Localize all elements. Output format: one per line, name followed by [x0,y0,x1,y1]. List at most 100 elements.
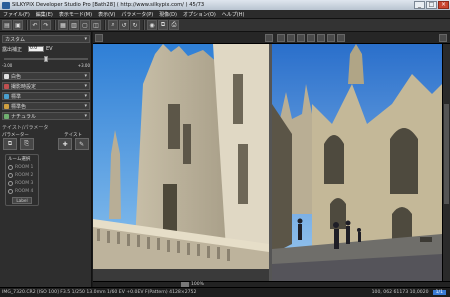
taste-header: テイスト/パラメータ [2,123,90,131]
view-single-icon[interactable] [297,34,305,42]
slider-scale: -3.00 +3.00 [2,61,90,69]
status-bar: IMG_7320.CR2 [ISO 100] F3.5 1/250 13.0mm… [0,287,450,297]
section-shooting[interactable]: 撮影時設定 ▾ [2,82,90,90]
section-natural[interactable]: ナチュラル ▾ [2,112,90,120]
tone-icon [4,94,9,99]
white-balance-icon [4,74,9,79]
exposure-field[interactable]: 0.0 [28,46,45,52]
taste-apply-icon[interactable]: ✚ [58,138,72,150]
maximize-button[interactable]: □ [426,1,437,9]
chevron-down-icon: ▾ [84,113,87,119]
vertical-scrollbar[interactable] [442,44,450,281]
view-left-icon[interactable] [95,34,103,42]
radio-icon [8,173,13,178]
room-list-label: ルーム選択 [8,157,31,162]
print-icon[interactable]: ⎙ [169,20,179,30]
window-title: SILKYPIX Developer Studio Pro [Bath28] (… [12,2,205,8]
menu-options[interactable]: オプション(O) [180,11,219,18]
main-toolbar: ▤ ▣ ↶ ↷ ▦ ▥ ▢ ◫ ⌕ ↺ ↻ ◉ ⧉ ⎙ [0,19,450,32]
radio-icon [8,181,13,186]
room-label: ROOM 1 [15,165,34,170]
cathedral-closeup-image [93,44,269,281]
viewer-toolbar [93,32,450,44]
copy-params-icon[interactable]: ⧉ [3,138,17,150]
rotate-right-icon[interactable]: ↻ [130,20,140,30]
undo-icon[interactable]: ↶ [30,20,40,30]
view-fit-icon[interactable] [327,34,335,42]
develop-icon[interactable]: ◉ [147,20,157,30]
status-right-values: 100, 062 61173 10,0020 [371,290,429,295]
chevron-down-icon: ▾ [84,73,87,79]
cathedral-square-image [272,44,442,281]
menu-file[interactable]: ファイル(F) [0,11,33,18]
window-titlebar: SILKYPIX Developer Studio Pro [Bath28] (… [0,0,450,10]
save-icon[interactable]: ▣ [13,20,23,30]
color-icon [4,104,9,109]
chevron-down-icon: ▾ [84,36,87,42]
room-label: ROOM 4 [15,189,34,194]
slider-min-label: -3.00 [2,62,13,68]
chevron-down-icon: ▾ [84,83,87,89]
section-standard-color[interactable]: 標準色 ▾ [2,102,90,110]
menu-display-mode[interactable]: 表示モード(M) [56,11,95,18]
status-progress: 1/1 [432,290,446,295]
room-item[interactable]: ROOM 2 [8,172,38,179]
chevron-down-icon: ▾ [84,93,87,99]
view-preview-icon[interactable] [307,34,315,42]
zoom-icon[interactable]: ⌕ [108,20,118,30]
single-icon[interactable]: ▢ [80,20,90,30]
status-text: IMG_7320.CR2 [ISO 100] F3.5 1/250 13.0mm… [2,290,197,295]
grid-icon[interactable]: ▥ [69,20,79,30]
room-item[interactable]: ROOM 4 [8,188,38,195]
toolbar-separator [104,20,106,30]
view-close-icon[interactable] [439,34,447,42]
room-item[interactable]: ROOM 3 [8,180,38,187]
thumb-icon[interactable]: ▦ [58,20,68,30]
room-item[interactable]: ROOM 1 [8,164,38,171]
view-right-icon[interactable] [265,34,273,42]
view-grid-icon[interactable] [277,34,285,42]
redo-icon[interactable]: ↷ [41,20,51,30]
view-flag-icon[interactable] [337,34,345,42]
rotate-left-icon[interactable]: ↺ [119,20,129,30]
section-white[interactable]: 白色 ▾ [2,72,90,80]
camera-icon [4,84,9,89]
parameter-buttons: ⧉ ⎘ [3,138,35,150]
batch-icon[interactable]: ⧉ [158,20,168,30]
room-action-button[interactable]: Label [12,197,32,204]
image-viewer: 100% [93,32,450,287]
taste-buttons: ✚ ✎ [58,138,90,150]
preset-header[interactable]: カスタム ▾ [2,35,90,43]
toolbar-separator [54,20,56,30]
exposure-unit: EV [46,46,53,52]
section-standard[interactable]: 標準 ▾ [2,92,90,100]
control-panel: カスタム ▾ 露出補正 0.0 EV -3.00 +3.00 白色 ▾ 撮影時設… [0,32,92,287]
toolbar-separator [143,20,145,30]
exposure-label: 露出補正 [2,46,23,53]
view-compare-icon[interactable] [287,34,295,42]
menu-help[interactable]: ヘルプ(H) [219,11,248,18]
exposure-slider[interactable] [4,56,88,62]
left-image-pane[interactable] [93,44,269,281]
scrollbar-thumb[interactable] [444,104,449,204]
right-image-pane[interactable] [272,44,442,281]
chevron-down-icon: ▾ [84,103,87,109]
menu-parameter[interactable]: パラメータ(P) [118,11,156,18]
menu-develop[interactable]: 現像(D) [156,11,180,18]
preset-label: カスタム [5,36,26,43]
minimize-button[interactable]: _ [414,1,425,9]
app-icon [2,1,10,9]
menu-bar: ファイル(F) 編集(E) 表示モード(M) 表示(V) パラメータ(P) 現像… [0,10,450,19]
close-button[interactable]: × [438,1,449,9]
toolbar-separator [26,20,28,30]
radio-icon [8,189,13,194]
view-loupe-icon[interactable] [317,34,325,42]
room-list: ルーム選択 ROOM 1 ROOM 2 ROOM 3 ROOM 4 Label [5,154,39,206]
compare-icon[interactable]: ◫ [91,20,101,30]
taste-edit-icon[interactable]: ✎ [74,138,89,150]
menu-view[interactable]: 表示(V) [95,11,118,18]
paste-params-icon[interactable]: ⎘ [19,138,34,150]
menu-edit[interactable]: 編集(E) [33,11,56,18]
open-icon[interactable]: ▤ [2,20,12,30]
radio-icon [8,165,13,170]
